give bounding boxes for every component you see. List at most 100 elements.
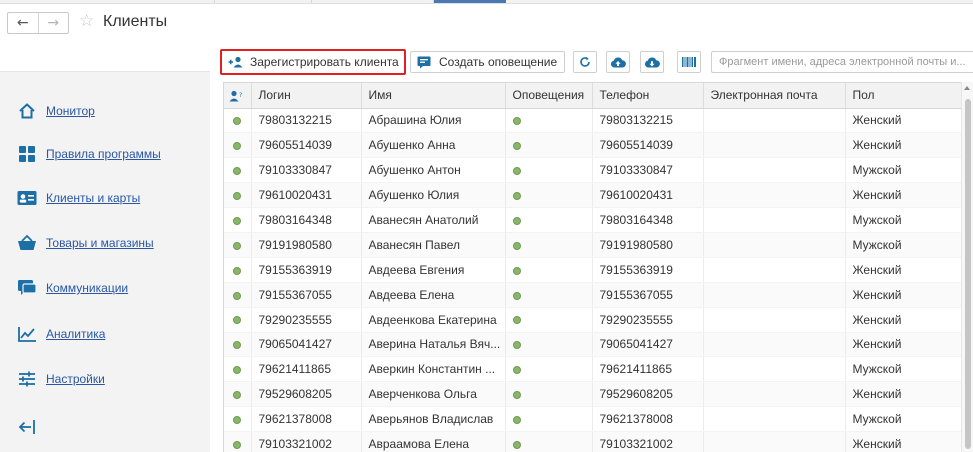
barcode-button[interactable] xyxy=(677,51,701,73)
notification-status-cell xyxy=(505,282,593,308)
notification-status-cell xyxy=(505,232,593,258)
upload-button[interactable] xyxy=(606,51,630,73)
cell-phone: 79621411865 xyxy=(592,356,704,383)
client-status-dot-icon xyxy=(233,167,242,176)
cell-name: Авдеева Елена xyxy=(361,282,506,308)
sidebar-item-label: Правила программы xyxy=(46,147,161,161)
table-row[interactable]: 79803132215 Абрашина Юлия 79803132215 Женск… xyxy=(224,108,963,134)
notification-status-cell xyxy=(505,108,593,134)
notification-status-dot-icon xyxy=(512,142,521,151)
client-status-cell xyxy=(224,108,252,134)
client-status-dot-icon xyxy=(233,440,242,449)
sidebar-item-clients[interactable]: Клиенты и карты xyxy=(16,185,140,211)
notification-status-cell xyxy=(505,132,593,159)
user-status-column-header[interactable]: ? xyxy=(224,83,252,109)
cell-email xyxy=(703,157,846,184)
cell-gender: Женский xyxy=(845,381,963,408)
table-row[interactable]: 79621378008 Аверьянов Владислав 7962137800… xyxy=(224,406,963,433)
scrollbar-thumb[interactable] xyxy=(965,99,971,449)
client-status-cell xyxy=(224,132,252,159)
client-status-dot-icon xyxy=(233,191,242,200)
column-header-name[interactable]: Имя xyxy=(361,83,506,109)
active-tab-indicator xyxy=(434,0,506,3)
scroll-up-arrow-icon[interactable] xyxy=(964,86,970,90)
table-scrollbar[interactable] xyxy=(961,82,973,452)
cell-email xyxy=(703,406,846,433)
sidebar-item-analytics[interactable]: Аналитика xyxy=(16,321,105,347)
table-row[interactable]: 79103321002 Авраамова Елена 79103321002 Жен… xyxy=(224,431,963,452)
client-status-cell xyxy=(224,182,252,209)
message-icon xyxy=(417,56,431,69)
client-status-dot-icon xyxy=(233,216,242,225)
register-client-button[interactable]: Зарегистрировать клиента xyxy=(220,49,406,75)
cell-name: Авраамова Елена xyxy=(361,431,506,452)
tab-segment[interactable] xyxy=(312,0,434,3)
cell-phone: 79065041427 xyxy=(592,332,704,358)
cell-login: 79290235555 xyxy=(251,307,362,333)
sidebar-item-goods[interactable]: Товары и магазины xyxy=(16,230,154,256)
table-row[interactable]: 79155363919 Авдеева Евгения 79155363919 Жен… xyxy=(224,257,963,283)
back-arrow-icon[interactable]: ← xyxy=(8,13,38,33)
cell-name: Авдеенкова Екатерина xyxy=(361,307,506,333)
table-row[interactable]: 79065041427 Аверина Наталья Вяч... 7906504… xyxy=(224,332,963,358)
tab-segment[interactable] xyxy=(0,0,215,3)
table-row[interactable]: 79191980580 Аванесян Павел 79191980580 Мужс… xyxy=(224,232,963,258)
sidebar-collapse-button[interactable] xyxy=(16,414,46,440)
cell-email xyxy=(703,132,846,159)
tab-segment[interactable] xyxy=(215,0,312,3)
sidebar-item-communications[interactable]: Коммуникации xyxy=(16,275,128,301)
table-row[interactable]: 79529608205 Аверченкова Ольга 79529608205 Ж… xyxy=(224,381,963,408)
table-row[interactable]: 79103330847 Абушенко Антон 79103330847 Мужс… xyxy=(224,157,963,184)
toolbar: Зарегистрировать клиента Создать оповеще… xyxy=(220,49,973,75)
page-title: Клиенты xyxy=(103,13,168,30)
search-input[interactable] xyxy=(711,51,973,73)
column-header-email[interactable]: Электронная почта xyxy=(703,83,846,109)
column-header-login[interactable]: Логин xyxy=(251,83,362,109)
cell-phone: 79803132215 xyxy=(592,108,704,134)
page-header: ← → ☆ Клиенты xyxy=(0,4,973,40)
download-button[interactable] xyxy=(640,51,664,73)
cell-name: Абрашина Юлия xyxy=(361,108,506,134)
refresh-button[interactable] xyxy=(573,51,597,73)
create-notification-button[interactable]: Создать оповещение xyxy=(410,51,565,73)
clients-table: ? Логин Имя Оповещения Телефон Электронн… xyxy=(223,82,973,452)
cell-email xyxy=(703,381,846,408)
sidebar-item-settings[interactable]: Настройки xyxy=(16,366,105,392)
table-row[interactable]: 79155367055 Авдеева Елена 79155367055 Женск… xyxy=(224,282,963,308)
column-header-gender[interactable]: Пол xyxy=(845,83,963,109)
cell-phone: 79621378008 xyxy=(592,406,704,433)
cell-login: 79191980580 xyxy=(251,232,362,258)
column-header-notifications[interactable]: Оповещения xyxy=(505,83,593,109)
cell-gender: Женский xyxy=(845,431,963,452)
table-row[interactable]: 79621411865 Аверкин Константин ... 7962141… xyxy=(224,356,963,383)
table-row[interactable]: 79605514039 Абушенко Анна 79605514039 Женск… xyxy=(224,132,963,159)
cell-gender: Женский xyxy=(845,282,963,308)
svg-text:?: ? xyxy=(239,92,242,99)
client-status-dot-icon xyxy=(233,341,242,350)
grid-icon xyxy=(16,143,38,165)
cell-login: 79621411865 xyxy=(251,356,362,383)
sidebar-item-monitor[interactable]: Монитор xyxy=(16,98,95,124)
cell-gender: Мужской xyxy=(845,207,963,233)
table-row[interactable]: 79610020431 Абушенко Юлия 79610020431 Женск… xyxy=(224,182,963,209)
notification-status-dot-icon xyxy=(512,291,521,300)
notification-status-cell xyxy=(505,182,593,209)
refresh-icon xyxy=(579,56,591,68)
cell-login: 79621378008 xyxy=(251,406,362,433)
table-row[interactable]: 79290235555 Авдеенкова Екатерина 792902355… xyxy=(224,307,963,333)
cell-phone: 79290235555 xyxy=(592,307,704,333)
favorite-star-icon[interactable]: ☆ xyxy=(79,11,94,31)
notification-status-dot-icon xyxy=(512,191,521,200)
cell-email xyxy=(703,108,846,134)
cell-name: Аверкин Константин ... xyxy=(361,356,506,383)
cell-phone: 79155363919 xyxy=(592,257,704,283)
notification-status-cell xyxy=(505,431,593,452)
cell-phone: 79803164348 xyxy=(592,207,704,233)
column-header-phone[interactable]: Телефон xyxy=(592,83,704,109)
cell-name: Аверченкова Ольга xyxy=(361,381,506,408)
sidebar: Монитор Правила программы Клиенты и карт… xyxy=(0,71,210,452)
table-row[interactable]: 79803164348 Аванесян Анатолий 79803164348 М… xyxy=(224,207,963,233)
forward-arrow-icon[interactable]: → xyxy=(37,13,69,33)
home-icon xyxy=(16,100,38,122)
sidebar-item-rules[interactable]: Правила программы xyxy=(16,141,161,167)
